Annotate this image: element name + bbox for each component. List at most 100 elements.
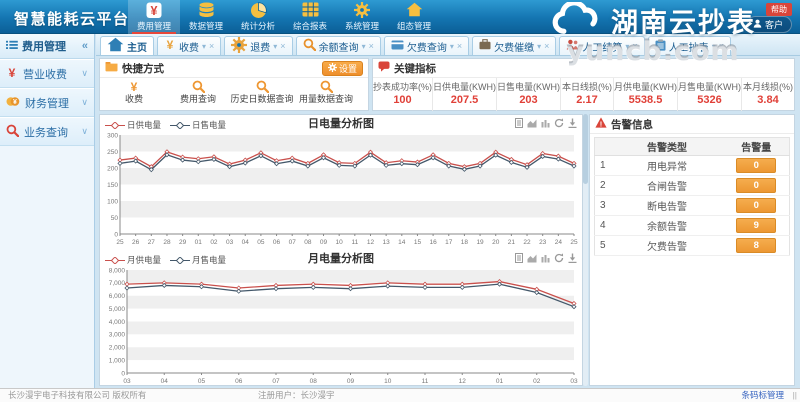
alert-count-badge[interactable]: 0 bbox=[736, 198, 776, 213]
tab-manual-settlement[interactable]: 人工结算▾× bbox=[559, 36, 644, 55]
sidebar-item-business-query[interactable]: 业务查询∨ bbox=[0, 117, 94, 146]
alert-type: 余额告警 bbox=[611, 216, 724, 236]
close-icon[interactable]: × bbox=[632, 41, 637, 51]
top-nav-label: 综合报表 bbox=[284, 21, 336, 31]
tab-home[interactable]: 主页 bbox=[100, 36, 154, 55]
svg-text:07: 07 bbox=[289, 239, 297, 246]
top-nav-item-data-management[interactable]: 数据管理 bbox=[180, 0, 232, 34]
chevron-down-icon[interactable]: ▾ bbox=[537, 42, 541, 51]
chevron-down-icon[interactable]: ∨ bbox=[81, 97, 88, 108]
svg-text:13: 13 bbox=[383, 239, 391, 246]
sidebar-item-business-charge[interactable]: ¥营业收费∨ bbox=[0, 59, 94, 88]
chevron-down-icon[interactable]: ▾ bbox=[362, 42, 366, 51]
top-nav-item-statistic-analysis[interactable]: 统计分析 bbox=[232, 0, 284, 34]
doc-export-icon[interactable] bbox=[515, 118, 523, 130]
top-nav-item-configuration-management[interactable]: 组态管理 bbox=[388, 0, 440, 34]
alert-count-badge[interactable]: 0 bbox=[736, 158, 776, 173]
svg-text:3,000: 3,000 bbox=[109, 332, 126, 339]
tab-label: 人工结算 bbox=[582, 39, 622, 54]
legend-item: 月售电量 bbox=[170, 254, 226, 266]
close-icon[interactable]: × bbox=[280, 41, 285, 51]
search-icon bbox=[6, 124, 19, 140]
chevron-down-icon[interactable]: ▾ bbox=[273, 42, 277, 51]
svg-text:2,000: 2,000 bbox=[109, 345, 126, 352]
warning-icon: ! bbox=[595, 117, 607, 131]
refresh-icon[interactable] bbox=[554, 253, 564, 265]
chevron-down-icon[interactable]: ▾ bbox=[202, 42, 206, 51]
close-icon[interactable]: × bbox=[457, 41, 462, 51]
chevron-down-icon[interactable]: ▾ bbox=[625, 42, 629, 51]
copyright-text: 长沙漫宇电子科技有限公司 版权所有 bbox=[8, 389, 146, 402]
chevron-down-icon[interactable]: ▾ bbox=[450, 42, 454, 51]
indicator-label: 日供电量(KWH) bbox=[433, 81, 496, 93]
bar-chart-icon[interactable] bbox=[541, 253, 550, 265]
user-button[interactable]: 客户 bbox=[747, 16, 792, 33]
tab-manual-meter-reading[interactable]: 人工抄表▾× bbox=[648, 36, 731, 55]
scrollbar-thumb[interactable] bbox=[583, 114, 588, 184]
search-icon bbox=[166, 80, 230, 94]
alerts-col-index bbox=[595, 138, 611, 156]
settings-button[interactable]: 设置 bbox=[322, 61, 363, 76]
resize-handle[interactable]: || bbox=[793, 389, 797, 402]
quick-item-fee-query[interactable]: 费用查询 bbox=[166, 80, 230, 104]
alerts-panel: ! 告警信息 告警类型 告警量 1用电异常02合闸告警03断电告警04余额告警9… bbox=[589, 114, 795, 386]
bar-chart-icon[interactable] bbox=[541, 118, 550, 130]
indicator-cell: 日售电量(KWH)203 bbox=[497, 78, 561, 111]
svg-text:6,000: 6,000 bbox=[109, 293, 126, 300]
svg-text:8,000: 8,000 bbox=[109, 267, 126, 274]
chevron-down-icon[interactable]: ▾ bbox=[712, 42, 716, 51]
tab-arrears-reminder[interactable]: 欠费催缴▾× bbox=[472, 36, 556, 55]
refresh-icon[interactable] bbox=[554, 118, 564, 130]
svg-text:24: 24 bbox=[555, 239, 563, 246]
alert-count-badge[interactable]: 9 bbox=[736, 218, 776, 233]
svg-text:28: 28 bbox=[163, 239, 171, 246]
svg-text:10: 10 bbox=[336, 239, 344, 246]
charts-scrollbar[interactable] bbox=[583, 114, 588, 386]
help-link[interactable]: 帮助 bbox=[766, 3, 792, 16]
tab-arrears-query[interactable]: 欠费查询▾× bbox=[384, 36, 469, 55]
quick-item-history-daily-data-query[interactable]: 历史日数据查询 bbox=[230, 80, 294, 104]
main-area: 主页¥收费▾×退费▾×余额查询▾×欠费查询▾×欠费催缴▾×人工结算▾×人工抄表▾… bbox=[96, 34, 800, 388]
download-icon[interactable] bbox=[568, 118, 577, 130]
alert-count-badge[interactable]: 0 bbox=[736, 178, 776, 193]
close-icon[interactable]: × bbox=[719, 41, 724, 51]
close-icon[interactable]: × bbox=[369, 41, 374, 51]
indicator-value: 100 bbox=[373, 93, 432, 107]
chevron-down-icon[interactable]: ∨ bbox=[81, 68, 88, 79]
quick-item-charge[interactable]: ¥收费 bbox=[102, 80, 166, 104]
svg-text:7,000: 7,000 bbox=[109, 280, 126, 287]
chevron-down-icon[interactable]: ∨ bbox=[81, 126, 88, 137]
top-nav-item-comprehensive-report[interactable]: 综合报表 bbox=[284, 0, 336, 34]
alert-type: 合闸告警 bbox=[611, 176, 724, 196]
sidebar-header[interactable]: 费用管理 « bbox=[0, 34, 94, 59]
sidebar-collapse-icon[interactable]: « bbox=[82, 40, 88, 52]
download-icon[interactable] bbox=[568, 253, 577, 265]
top-nav-item-fee-management[interactable]: ¥费用管理 bbox=[128, 0, 180, 34]
sidebar-item-finance-management[interactable]: ¥财务管理∨ bbox=[0, 88, 94, 117]
close-icon[interactable]: × bbox=[544, 41, 549, 51]
key-indicators-panel: 关键指标 抄表成功率(%)100日供电量(KWH)207.5日售电量(KWH)2… bbox=[372, 58, 795, 111]
alert-row-index: 1 bbox=[595, 156, 611, 176]
footer-link[interactable]: 条码标管理 bbox=[741, 389, 784, 402]
chart-legend: 月供电量月售电量 bbox=[105, 254, 226, 266]
svg-text:25: 25 bbox=[116, 239, 124, 246]
tab-charge[interactable]: ¥收费▾× bbox=[157, 36, 221, 55]
database-icon bbox=[180, 0, 232, 21]
alerts-table: 告警类型 告警量 1用电异常02合闸告警03断电告警04余额告警95欠费告警8 bbox=[594, 137, 790, 256]
quick-item-usage-data-query[interactable]: 用量数据查询 bbox=[294, 80, 358, 104]
area-chart-icon[interactable] bbox=[527, 253, 537, 265]
alert-count-badge[interactable]: 8 bbox=[736, 238, 776, 253]
search-icon bbox=[294, 80, 358, 94]
area-chart-icon[interactable] bbox=[527, 118, 537, 130]
daily-energy-chart: 日供电量日售电量日电量分析图05010015020025030025262728… bbox=[100, 115, 582, 250]
quick-item-label: 费用查询 bbox=[166, 94, 230, 104]
top-nav-item-system-management[interactable]: 系统管理 bbox=[336, 0, 388, 34]
tab-balance-query[interactable]: 余额查询▾× bbox=[296, 36, 381, 55]
yen-icon: ¥ bbox=[164, 38, 176, 54]
topbar: 智慧能耗云平台 ¥费用管理数据管理统计分析综合报表系统管理组态管理 帮助 客户 bbox=[0, 0, 800, 34]
svg-text:1,000: 1,000 bbox=[109, 357, 126, 364]
tab-refund[interactable]: 退费▾× bbox=[224, 36, 292, 55]
svg-text:21: 21 bbox=[508, 239, 516, 246]
close-icon[interactable]: × bbox=[209, 41, 214, 51]
doc-export-icon[interactable] bbox=[515, 253, 523, 265]
